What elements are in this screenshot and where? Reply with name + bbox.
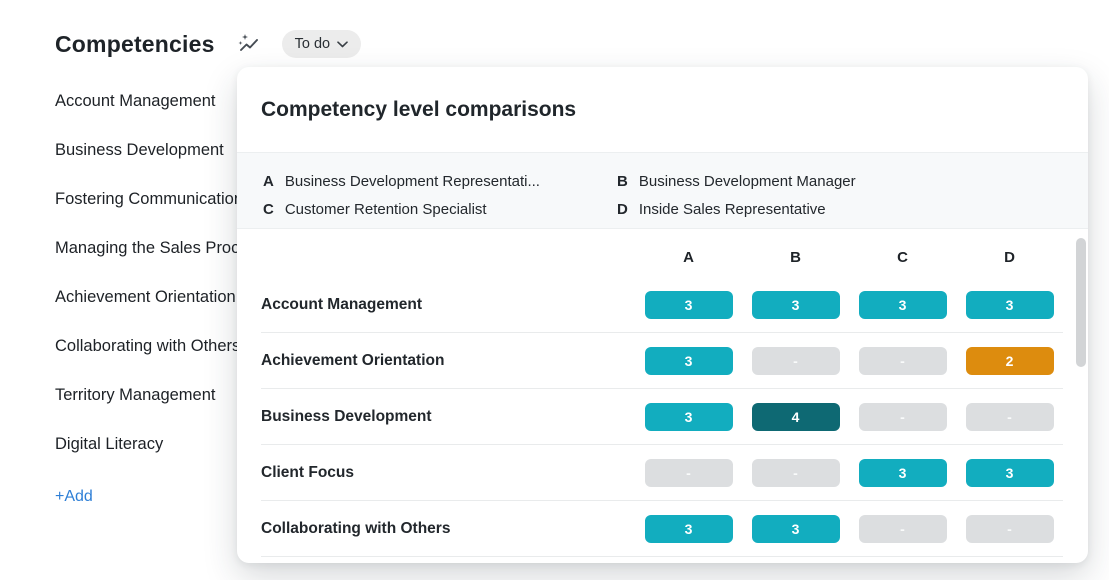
- role-legend: A Business Development Representati... B…: [237, 152, 1088, 229]
- column-header: B: [790, 249, 801, 266]
- level-badge: 3: [645, 347, 733, 375]
- page-title: Competencies: [55, 31, 215, 58]
- level-badge: -: [966, 403, 1054, 431]
- table-row: Account Management 3 3 3 3: [261, 277, 1063, 333]
- legend-label: Business Development Manager: [639, 173, 856, 190]
- level-badge: 4: [752, 403, 840, 431]
- legend-key: A: [263, 173, 274, 190]
- level-badge: -: [859, 515, 947, 543]
- table-row: Client Focus - - 3 3: [261, 445, 1063, 501]
- level-badge: 3: [859, 459, 947, 487]
- panel-scrollbar-thumb[interactable]: [1076, 238, 1086, 367]
- competency-comparison-panel: Competency level comparisons A Business …: [237, 67, 1088, 563]
- row-label: Collaborating with Others: [261, 520, 635, 538]
- legend-key: C: [263, 201, 274, 218]
- status-dropdown-label: To do: [295, 36, 330, 52]
- level-badge: 3: [966, 291, 1054, 319]
- column-header-row: A B C D: [261, 237, 1063, 277]
- level-badge: -: [752, 459, 840, 487]
- panel-title: Competency level comparisons: [261, 98, 576, 122]
- ai-sparkle-button[interactable]: [236, 31, 262, 57]
- sparkle-trend-icon: [237, 32, 261, 56]
- legend-entry: D Inside Sales Representative: [617, 195, 1062, 223]
- comparison-table: A B C D Account Management 3 3 3 3 Achie…: [237, 229, 1088, 557]
- panel-header: Competency level comparisons: [237, 67, 1088, 152]
- status-dropdown[interactable]: To do: [282, 30, 361, 58]
- level-badge: 3: [752, 291, 840, 319]
- level-badge: 2: [966, 347, 1054, 375]
- legend-entry: A Business Development Representati...: [263, 167, 617, 195]
- level-badge: -: [859, 347, 947, 375]
- row-label: Client Focus: [261, 464, 635, 482]
- level-badge: 3: [966, 459, 1054, 487]
- level-badge: 3: [859, 291, 947, 319]
- level-badge: 3: [752, 515, 840, 543]
- column-header: C: [897, 249, 908, 266]
- row-label: Achievement Orientation: [261, 352, 635, 370]
- column-header: D: [1004, 249, 1015, 266]
- level-badge: -: [859, 403, 947, 431]
- level-badge: 3: [645, 403, 733, 431]
- table-row: Achievement Orientation 3 - - 2: [261, 333, 1063, 389]
- legend-label: Inside Sales Representative: [639, 201, 826, 218]
- legend-label: Customer Retention Specialist: [285, 201, 487, 218]
- chevron-down-icon: [337, 41, 348, 48]
- column-header: A: [683, 249, 694, 266]
- legend-entry: B Business Development Manager: [617, 167, 1062, 195]
- page-header: Competencies To do: [55, 30, 361, 58]
- level-badge: -: [645, 459, 733, 487]
- level-badge: -: [752, 347, 840, 375]
- add-competency-link[interactable]: +Add: [55, 488, 93, 506]
- table-row: Business Development 3 4 - -: [261, 389, 1063, 445]
- table-row: Collaborating with Others 3 3 - -: [261, 501, 1063, 557]
- legend-key: D: [617, 201, 628, 218]
- legend-entry: C Customer Retention Specialist: [263, 195, 617, 223]
- row-label: Account Management: [261, 296, 635, 314]
- legend-label: Business Development Representati...: [285, 173, 540, 190]
- row-label: Business Development: [261, 408, 635, 426]
- level-badge: -: [966, 515, 1054, 543]
- legend-key: B: [617, 173, 628, 190]
- level-badge: 3: [645, 515, 733, 543]
- level-badge: 3: [645, 291, 733, 319]
